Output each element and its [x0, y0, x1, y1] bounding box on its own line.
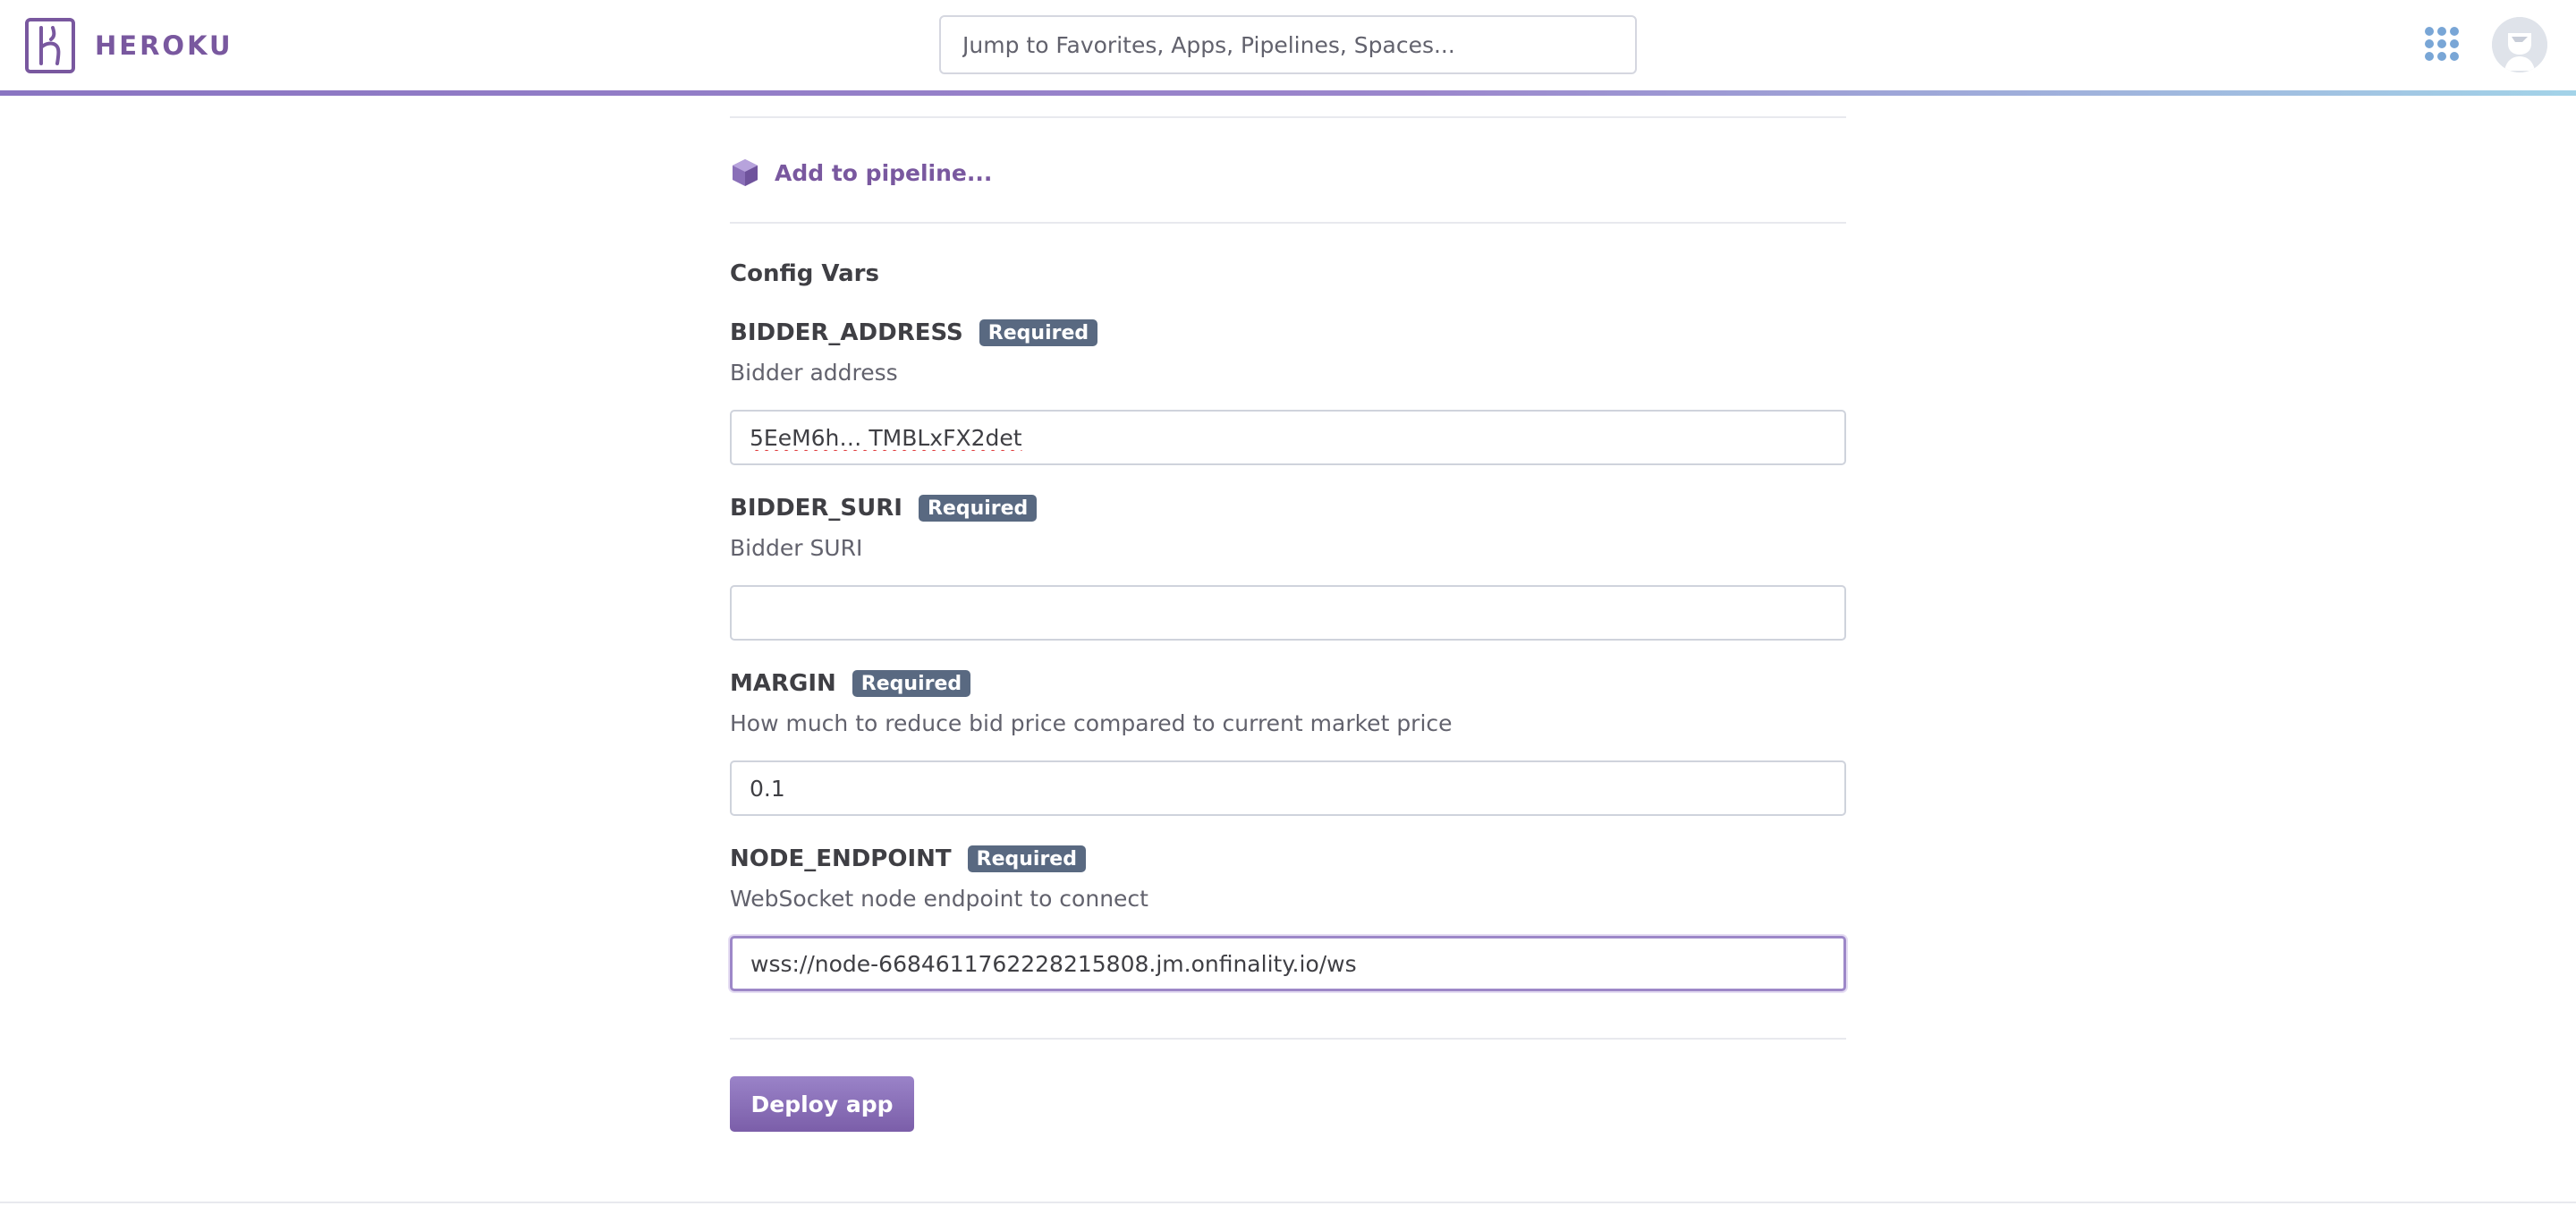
- divider: [730, 116, 1846, 118]
- required-badge: Required: [918, 495, 1038, 522]
- config-var-name: MARGIN: [730, 670, 836, 697]
- add-to-pipeline-label: Add to pipeline...: [775, 159, 993, 186]
- bidder-address-input[interactable]: [730, 410, 1846, 465]
- node-endpoint-input[interactable]: [730, 936, 1846, 991]
- divider: [730, 1038, 1846, 1040]
- divider: [730, 222, 1846, 224]
- pipeline-hexagon-icon: [730, 157, 760, 188]
- header-accent-bar: [0, 90, 2576, 96]
- config-var-node-endpoint: NODE_ENDPOINT Required WebSocket node en…: [730, 841, 1846, 991]
- required-badge: Required: [979, 319, 1098, 346]
- avatar[interactable]: [2492, 17, 2547, 72]
- footer-divider: [0, 1202, 2576, 1203]
- heroku-brand[interactable]: HEROKU: [25, 18, 233, 73]
- deploy-app-button[interactable]: Deploy app: [730, 1076, 914, 1132]
- config-var-bidder-address: BIDDER_ADDRESS Required Bidder address: [730, 315, 1846, 465]
- config-vars-title: Config Vars: [730, 260, 879, 287]
- user-avatar-icon: [2492, 17, 2547, 72]
- bidder-suri-input[interactable]: [730, 585, 1846, 641]
- config-var-bidder-suri: BIDDER_SURI Required Bidder SURI: [730, 490, 1846, 641]
- config-var-name: BIDDER_ADDRESS: [730, 319, 963, 346]
- config-var-name: BIDDER_SURI: [730, 495, 902, 522]
- required-badge: Required: [967, 845, 1086, 872]
- add-to-pipeline-link[interactable]: Add to pipeline...: [730, 153, 992, 192]
- config-var-description: Bidder SURI: [730, 535, 863, 561]
- required-badge: Required: [852, 670, 971, 697]
- config-var-name: NODE_ENDPOINT: [730, 845, 952, 872]
- search-input[interactable]: [939, 15, 1637, 74]
- config-var-margin: MARGIN Required How much to reduce bid p…: [730, 666, 1846, 816]
- config-var-description: How much to reduce bid price compared to…: [730, 710, 1453, 736]
- config-var-description: WebSocket node endpoint to connect: [730, 886, 1148, 912]
- margin-input[interactable]: [730, 760, 1846, 816]
- brand-name: HEROKU: [95, 30, 233, 61]
- apps-grid-icon[interactable]: [2425, 27, 2459, 61]
- top-nav: HEROKU: [0, 0, 2576, 90]
- heroku-logo-icon: [25, 18, 75, 73]
- config-var-description: Bidder address: [730, 360, 898, 386]
